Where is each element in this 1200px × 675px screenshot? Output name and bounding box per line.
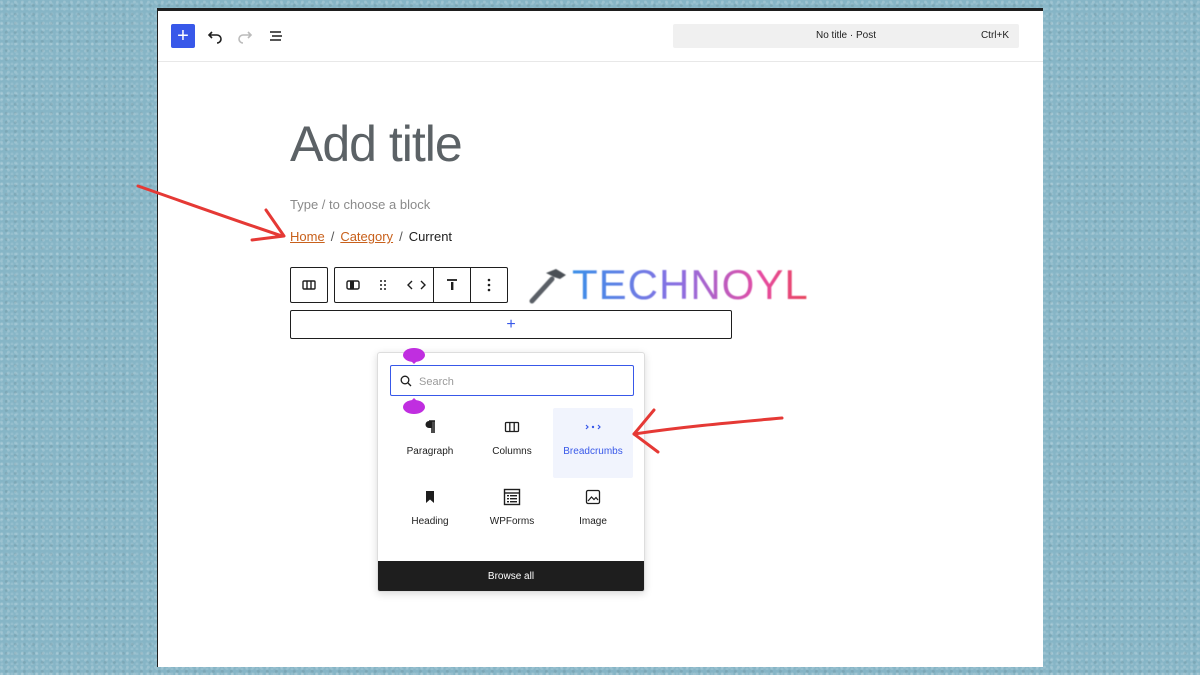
paragraph-icon — [425, 420, 435, 433]
column-icon — [346, 280, 360, 290]
heading-icon — [426, 491, 434, 503]
watermark-text: TECHNOYL — [572, 261, 809, 308]
vertical-align-button[interactable] — [433, 268, 470, 302]
breadcrumbs-icon — [585, 424, 601, 430]
breadcrumb-category-link[interactable]: Category — [340, 229, 393, 244]
parent-block-group — [290, 267, 328, 303]
search-input[interactable] — [417, 371, 626, 392]
quick-inserter-popover: Paragraph Columns Breadcrumbs Heading WP… — [377, 348, 645, 592]
block-placeholder[interactable]: Type / to choose a block — [290, 197, 430, 212]
wpforms-icon — [503, 488, 521, 506]
undo-icon — [207, 31, 222, 44]
block-item-label: WPForms — [489, 516, 535, 527]
command-palette-bar[interactable]: No title · Post Ctrl+K — [673, 24, 1019, 48]
editor-window: + No title · Post Ctrl+K Add title Type … — [157, 8, 1043, 667]
post-title-field[interactable]: Add title — [290, 115, 463, 173]
block-item-label: Heading — [411, 516, 449, 527]
move-right-button[interactable] — [413, 268, 433, 302]
technoyl-watermark: TECHNOYL — [526, 261, 809, 309]
document-overview-button[interactable] — [264, 24, 288, 48]
drag-handle-icon — [380, 280, 386, 290]
block-item-label: Breadcrumbs — [563, 446, 623, 457]
block-item-columns[interactable]: Columns — [472, 408, 552, 478]
breadcrumb-separator: / — [330, 229, 335, 244]
search-icon — [400, 375, 412, 387]
drag-handle[interactable] — [371, 268, 395, 302]
list-view-icon — [270, 31, 282, 41]
breadcrumb-home-link[interactable]: Home — [290, 229, 325, 244]
block-item-wpforms[interactable]: WPForms — [472, 478, 552, 548]
redo-button[interactable] — [233, 24, 257, 48]
block-type-button[interactable] — [335, 268, 371, 302]
block-item-label: Image — [579, 516, 607, 527]
chevron-right-icon — [420, 280, 426, 290]
block-item-paragraph[interactable]: Paragraph — [390, 408, 470, 478]
align-top-icon — [447, 279, 457, 290]
selection-handle-top — [403, 348, 425, 364]
block-toolbar — [290, 267, 514, 303]
columns-icon — [504, 421, 520, 433]
block-appender-button[interactable]: + — [290, 310, 732, 339]
block-options-button[interactable] — [470, 268, 507, 302]
breadcrumb: Home / Category / Current — [290, 229, 452, 244]
block-item-label: Columns — [492, 446, 532, 457]
block-item-label: Paragraph — [406, 446, 454, 457]
block-item-heading[interactable]: Heading — [390, 478, 470, 548]
document-title: No title · Post — [815, 30, 877, 41]
shortcut-hint: Ctrl+K — [980, 30, 1009, 41]
columns-icon — [302, 280, 316, 290]
editor-topbar: + No title · Post Ctrl+K — [158, 11, 1043, 62]
image-icon — [585, 489, 601, 505]
browse-all-button[interactable]: Browse all — [378, 561, 644, 591]
block-item-breadcrumbs[interactable]: Breadcrumbs — [553, 408, 633, 478]
hammer-icon — [529, 269, 566, 304]
breadcrumb-separator: / — [399, 229, 403, 244]
block-item-image[interactable]: Image — [553, 478, 633, 548]
redo-icon — [238, 31, 253, 44]
block-inserter-toggle-button[interactable]: + — [171, 24, 195, 48]
block-controls-group — [334, 267, 508, 303]
more-vertical-icon — [487, 278, 491, 292]
select-parent-button[interactable] — [291, 268, 327, 302]
block-search-field[interactable] — [390, 365, 634, 396]
undo-button[interactable] — [203, 24, 227, 48]
breadcrumb-current: Current — [408, 229, 453, 244]
